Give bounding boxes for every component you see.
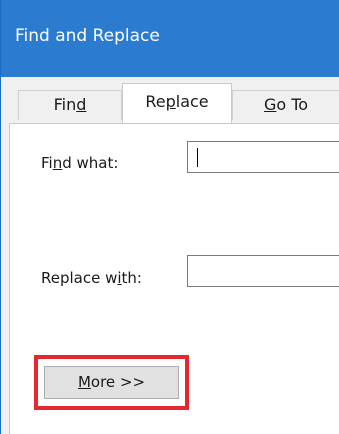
replace-with-input[interactable] xyxy=(187,255,339,287)
find-label-part: Fi xyxy=(41,154,53,172)
tab-replace-accesskey: p xyxy=(165,92,176,111)
tab-goto-label-rest: o To xyxy=(276,95,309,114)
more-button[interactable]: More >> xyxy=(44,366,179,399)
tab-find-accesskey: d xyxy=(76,95,87,114)
window-title: Find and Replace xyxy=(15,26,160,46)
tab-go-to[interactable]: Go To xyxy=(232,90,339,120)
replace-label-rest: th: xyxy=(121,269,142,287)
tab-replace-label-rest: lace xyxy=(175,92,209,111)
replace-with-label: Replace with: xyxy=(41,269,142,287)
tab-replace[interactable]: Replace xyxy=(122,83,232,123)
find-what-label: Find what: xyxy=(41,154,118,172)
replace-label-part: Replace w xyxy=(41,269,118,287)
tab-find[interactable]: Find xyxy=(18,90,122,120)
find-what-input[interactable] xyxy=(187,141,339,173)
replace-panel: Find what: Replace with: More >> xyxy=(9,123,339,434)
find-replace-dialog: Find and Replace Find Replace Go To Find… xyxy=(0,0,339,434)
title-bar[interactable]: Find and Replace xyxy=(1,0,339,77)
tab-find-label: Fin xyxy=(53,95,77,114)
tab-strip: Find Replace Go To xyxy=(1,77,339,124)
text-caret xyxy=(197,148,198,167)
tab-goto-accesskey: G xyxy=(263,95,277,114)
find-label-accesskey: n xyxy=(52,154,63,172)
more-label-rest: ore >> xyxy=(90,373,146,391)
more-accesskey: M xyxy=(77,373,91,391)
tab-replace-label: Re xyxy=(145,92,166,111)
find-label-rest: d what: xyxy=(62,154,119,172)
